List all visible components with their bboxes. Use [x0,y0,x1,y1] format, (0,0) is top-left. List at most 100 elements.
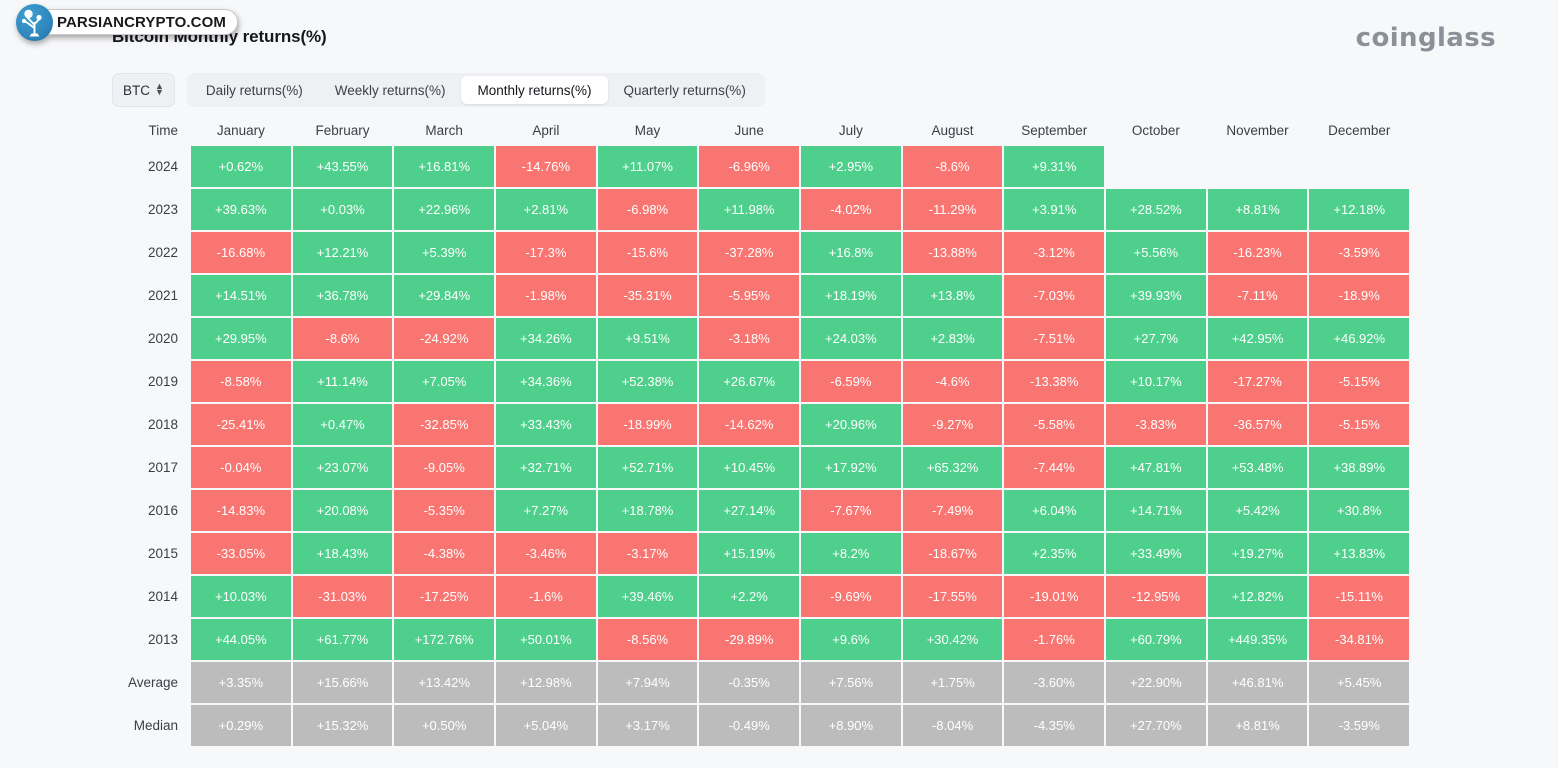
tab-quarterly[interactable]: Quarterly returns(%) [608,76,762,104]
return-cell[interactable]: -12.95% [1106,576,1206,617]
return-cell[interactable]: -13.88% [902,232,1003,273]
return-cell[interactable]: +43.55% [292,146,393,187]
return-cell[interactable]: +23.07% [292,447,393,488]
return-cell[interactable]: +30.42% [902,619,1003,660]
return-cell[interactable]: +2.95% [801,146,901,187]
return-cell[interactable]: -15.6% [597,232,698,273]
return-cell[interactable]: +7.05% [394,361,495,402]
return-cell[interactable]: -18.99% [597,404,698,445]
return-cell[interactable]: -8.58% [191,361,291,402]
return-cell[interactable]: +1.75% [902,662,1003,703]
return-cell[interactable]: +2.81% [496,189,596,230]
return-cell[interactable]: +18.78% [597,490,698,531]
return-cell[interactable]: -19.01% [1004,576,1105,617]
return-cell[interactable]: +2.2% [699,576,800,617]
return-cell[interactable]: -4.38% [394,533,495,574]
return-cell[interactable]: -6.96% [699,146,800,187]
return-cell[interactable]: -37.28% [699,232,800,273]
return-cell[interactable]: -7.49% [902,490,1003,531]
return-cell[interactable]: +46.92% [1309,318,1410,359]
return-cell[interactable]: +36.78% [292,275,393,316]
tab-daily[interactable]: Daily returns(%) [190,76,319,104]
return-cell[interactable]: -17.27% [1207,361,1308,402]
return-cell[interactable]: +8.90% [801,705,901,746]
return-cell[interactable]: -4.35% [1004,705,1105,746]
return-cell[interactable]: +8.81% [1207,705,1308,746]
return-cell[interactable]: -5.35% [394,490,495,531]
return-cell[interactable]: +44.05% [191,619,291,660]
return-cell[interactable]: -14.62% [699,404,800,445]
return-cell[interactable]: +5.45% [1309,662,1410,703]
return-cell[interactable]: -3.12% [1004,232,1105,273]
return-cell[interactable]: -7.03% [1004,275,1105,316]
return-cell[interactable]: -5.15% [1309,404,1410,445]
return-cell[interactable]: +18.19% [801,275,901,316]
return-cell[interactable]: +13.42% [394,662,495,703]
return-cell[interactable]: -14.76% [496,146,596,187]
return-cell[interactable]: -3.17% [597,533,698,574]
return-cell[interactable]: -17.3% [496,232,596,273]
return-cell[interactable]: +0.62% [191,146,291,187]
return-cell[interactable]: -5.58% [1004,404,1105,445]
return-cell[interactable]: +172.76% [394,619,495,660]
return-cell[interactable]: +5.42% [1207,490,1308,531]
return-cell[interactable]: +39.46% [597,576,698,617]
return-cell[interactable]: +449.35% [1207,619,1308,660]
return-cell[interactable]: +12.18% [1309,189,1410,230]
return-cell[interactable]: +15.19% [699,533,800,574]
return-cell[interactable]: +3.17% [597,705,698,746]
return-cell[interactable]: +22.90% [1106,662,1206,703]
return-cell[interactable]: -7.51% [1004,318,1105,359]
return-cell[interactable]: +22.96% [394,189,495,230]
return-cell[interactable]: +11.14% [292,361,393,402]
return-cell[interactable]: +24.03% [801,318,901,359]
return-cell[interactable]: -15.11% [1309,576,1410,617]
return-cell[interactable]: +29.95% [191,318,291,359]
return-cell[interactable]: +13.8% [902,275,1003,316]
return-cell[interactable]: +19.27% [1207,533,1308,574]
return-cell[interactable]: -3.83% [1106,404,1206,445]
return-cell[interactable]: -8.04% [902,705,1003,746]
return-cell[interactable]: +29.84% [394,275,495,316]
return-cell[interactable]: +39.63% [191,189,291,230]
return-cell[interactable]: +16.81% [394,146,495,187]
return-cell[interactable]: +9.51% [597,318,698,359]
return-cell[interactable]: -25.41% [191,404,291,445]
return-cell[interactable]: +27.14% [699,490,800,531]
return-cell[interactable]: +8.81% [1207,189,1308,230]
return-cell[interactable]: +0.29% [191,705,291,746]
return-cell[interactable]: -4.02% [801,189,901,230]
return-cell[interactable]: -3.60% [1004,662,1105,703]
return-cell[interactable]: +15.32% [292,705,393,746]
return-cell[interactable]: -1.98% [496,275,596,316]
return-cell[interactable]: -16.23% [1207,232,1308,273]
return-cell[interactable]: +27.7% [1106,318,1206,359]
return-cell[interactable]: +12.98% [496,662,596,703]
return-cell[interactable]: -3.18% [699,318,800,359]
return-cell[interactable]: +50.01% [496,619,596,660]
return-cell[interactable]: -3.59% [1309,705,1410,746]
return-cell[interactable]: -16.68% [191,232,291,273]
return-cell[interactable]: +26.67% [699,361,800,402]
tab-monthly[interactable]: Monthly returns(%) [461,76,608,104]
return-cell[interactable]: +7.56% [801,662,901,703]
return-cell[interactable]: +52.38% [597,361,698,402]
return-cell[interactable]: -18.9% [1309,275,1410,316]
return-cell[interactable]: +32.71% [496,447,596,488]
return-cell[interactable]: +33.49% [1106,533,1206,574]
return-cell[interactable]: -8.6% [902,146,1003,187]
return-cell[interactable]: -33.05% [191,533,291,574]
return-cell[interactable]: +18.43% [292,533,393,574]
return-cell[interactable]: +47.81% [1106,447,1206,488]
return-cell[interactable]: +17.92% [801,447,901,488]
return-cell[interactable]: -7.44% [1004,447,1105,488]
return-cell[interactable]: +11.07% [597,146,698,187]
return-cell[interactable]: +2.35% [1004,533,1105,574]
coin-selector[interactable]: BTC ▲ ▼ [112,73,175,107]
return-cell[interactable]: +12.21% [292,232,393,273]
return-cell[interactable]: +10.45% [699,447,800,488]
return-cell[interactable]: +46.81% [1207,662,1308,703]
return-cell[interactable]: -36.57% [1207,404,1308,445]
return-cell[interactable]: -7.67% [801,490,901,531]
return-cell[interactable]: -9.05% [394,447,495,488]
